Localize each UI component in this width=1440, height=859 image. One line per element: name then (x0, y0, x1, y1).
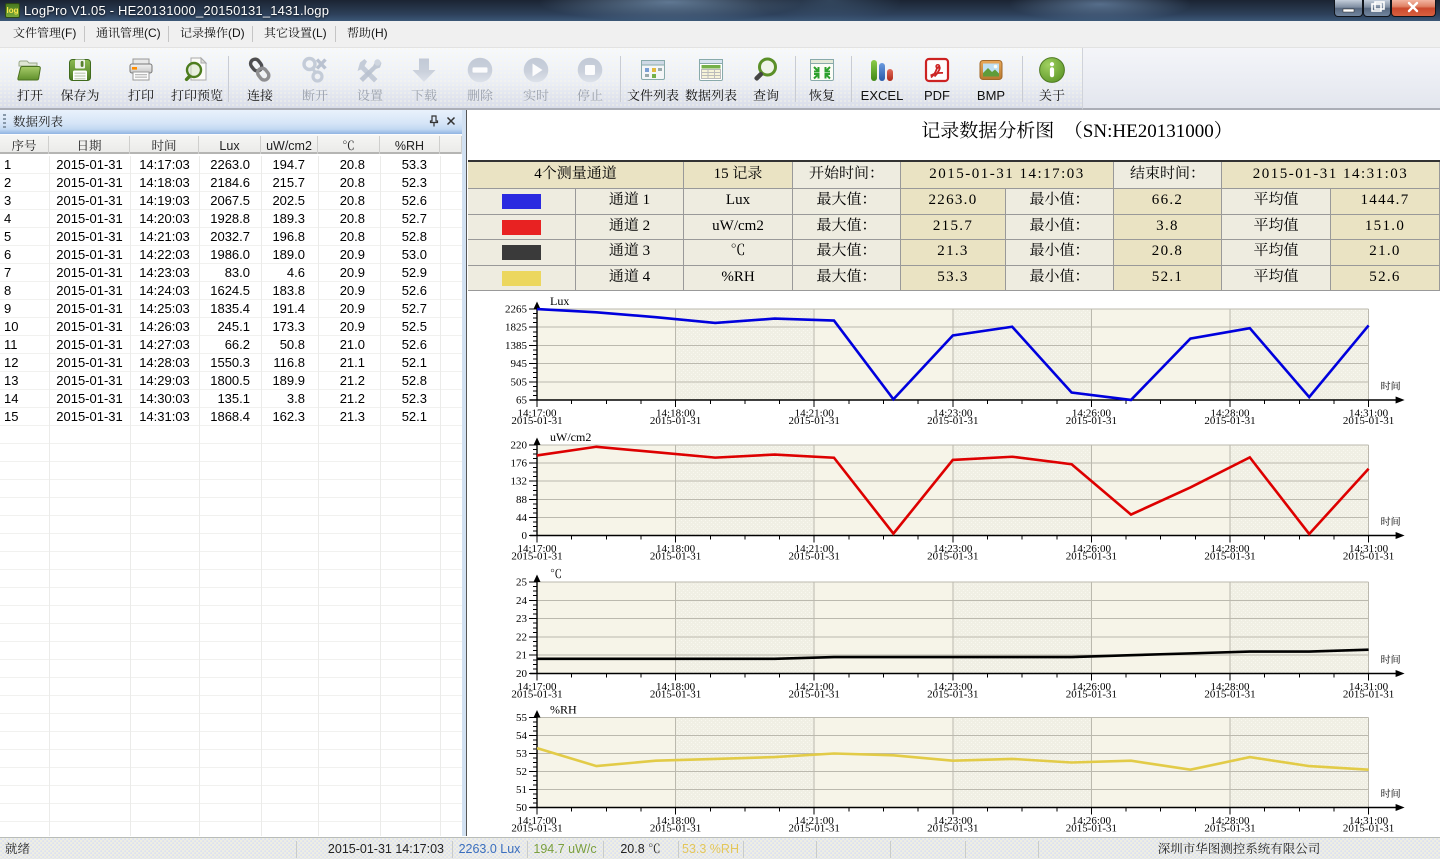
svg-text:2015-01-31: 2015-01-31 (1204, 551, 1255, 563)
svg-text:2015-01-31: 2015-01-31 (650, 823, 701, 835)
svg-text:53: 53 (516, 748, 528, 760)
svg-text:176: 176 (511, 458, 528, 470)
svg-text:1385: 1385 (505, 340, 528, 352)
svg-text:50: 50 (516, 802, 528, 814)
svg-text:2015-01-31: 2015-01-31 (927, 689, 978, 701)
svg-text:2015-01-31: 2015-01-31 (511, 823, 562, 835)
svg-text:2015-01-31: 2015-01-31 (1066, 689, 1117, 701)
svg-text:2015-01-31: 2015-01-31 (650, 689, 701, 701)
svg-text:2015-01-31: 2015-01-31 (789, 823, 840, 835)
svg-text:2015-01-31: 2015-01-31 (1343, 551, 1394, 563)
svg-text:2015-01-31: 2015-01-31 (927, 823, 978, 835)
svg-text:2015-01-31: 2015-01-31 (1204, 415, 1255, 427)
svg-text:2015-01-31: 2015-01-31 (927, 551, 978, 563)
svg-text:220: 220 (511, 440, 528, 452)
svg-text:22: 22 (516, 631, 527, 643)
svg-text:时间: 时间 (1381, 651, 1401, 666)
svg-text:时间: 时间 (1381, 785, 1401, 800)
svg-text:2015-01-31: 2015-01-31 (1204, 689, 1255, 701)
svg-text:24: 24 (516, 595, 528, 607)
svg-text:2015-01-31: 2015-01-31 (1343, 689, 1394, 701)
svg-text:23: 23 (516, 613, 528, 625)
svg-text:20: 20 (516, 668, 528, 680)
svg-text:88: 88 (516, 494, 528, 506)
svg-text:2015-01-31: 2015-01-31 (650, 415, 701, 427)
svg-text:2015-01-31: 2015-01-31 (511, 689, 562, 701)
svg-text:Lux: Lux (550, 292, 569, 309)
svg-text:℃: ℃ (550, 565, 562, 582)
svg-text:2015-01-31: 2015-01-31 (650, 551, 701, 563)
svg-text:54: 54 (516, 730, 528, 742)
svg-text:44: 44 (516, 512, 528, 524)
svg-text:21: 21 (516, 650, 527, 662)
svg-text:%RH: %RH (550, 701, 577, 718)
svg-text:2015-01-31: 2015-01-31 (511, 415, 562, 427)
svg-text:2015-01-31: 2015-01-31 (789, 551, 840, 563)
svg-text:945: 945 (511, 358, 528, 370)
svg-text:uW/cm2: uW/cm2 (550, 428, 591, 445)
svg-text:2015-01-31: 2015-01-31 (1204, 823, 1255, 835)
svg-text:2015-01-31: 2015-01-31 (1343, 823, 1394, 835)
svg-text:2015-01-31: 2015-01-31 (511, 551, 562, 563)
svg-text:51: 51 (516, 784, 527, 796)
svg-text:1825: 1825 (505, 322, 528, 334)
svg-text:2015-01-31: 2015-01-31 (1066, 823, 1117, 835)
svg-text:2015-01-31: 2015-01-31 (927, 415, 978, 427)
svg-text:2015-01-31: 2015-01-31 (1066, 551, 1117, 563)
svg-text:2015-01-31: 2015-01-31 (1343, 415, 1394, 427)
svg-text:52: 52 (516, 766, 527, 778)
svg-text:时间: 时间 (1381, 513, 1401, 528)
svg-text:505: 505 (511, 376, 528, 388)
svg-text:2015-01-31: 2015-01-31 (1066, 415, 1117, 427)
svg-text:55: 55 (516, 712, 528, 724)
svg-text:2015-01-31: 2015-01-31 (789, 415, 840, 427)
svg-text:0: 0 (522, 530, 528, 542)
svg-text:2265: 2265 (505, 304, 528, 316)
svg-text:132: 132 (511, 476, 528, 488)
svg-text:2015-01-31: 2015-01-31 (789, 689, 840, 701)
svg-text:时间: 时间 (1381, 378, 1401, 393)
svg-text:25: 25 (516, 577, 528, 589)
svg-text:65: 65 (516, 395, 528, 407)
